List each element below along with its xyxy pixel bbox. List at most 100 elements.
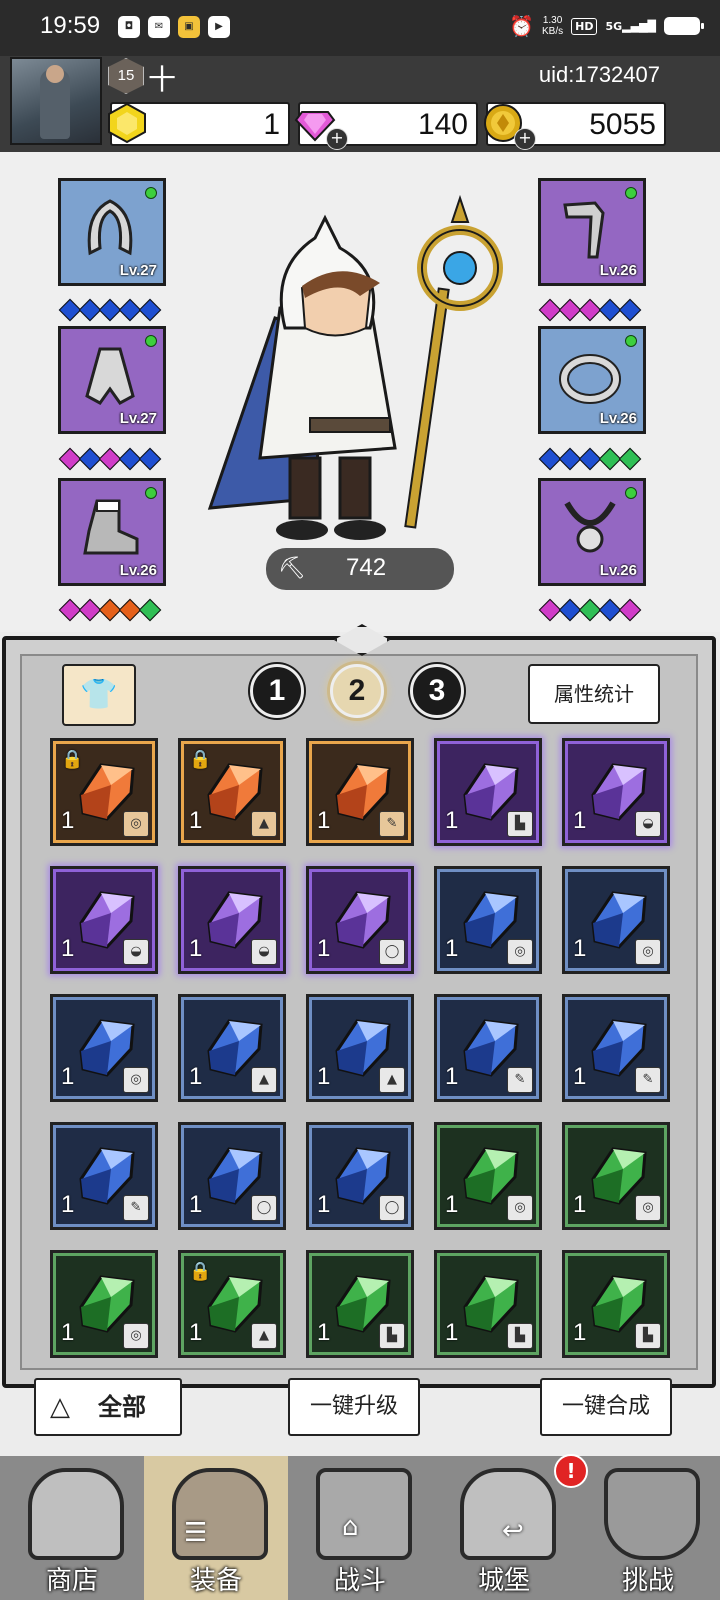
gem-icon: [138, 447, 162, 471]
equip-slot-cloak[interactable]: Lv.27: [58, 326, 166, 434]
inventory-item[interactable]: 1 ▙: [306, 1250, 414, 1358]
equip-level: Lv.27: [119, 262, 157, 279]
inventory-item[interactable]: 1 ◎: [434, 1122, 542, 1230]
equip-level: Lv.26: [599, 262, 637, 279]
equip-slot-hood[interactable]: Lv.27: [58, 178, 166, 286]
battery-icon: [664, 17, 704, 35]
inventory-item[interactable]: 🔒 1 ▲: [178, 1250, 286, 1358]
hood-type-icon: ◒: [635, 811, 661, 837]
nav-equipment[interactable]: 装备: [144, 1456, 288, 1600]
boots-type-icon: ▙: [507, 811, 533, 837]
inventory-item[interactable]: 1 ✎: [50, 1122, 158, 1230]
hero-character: [207, 194, 503, 540]
inventory-item[interactable]: 1 ◎: [50, 994, 158, 1102]
shop-icon: [28, 1468, 124, 1560]
gold-bar-counter[interactable]: 1: [108, 102, 290, 146]
inventory-item[interactable]: 1 ✎: [562, 994, 670, 1102]
inventory-item[interactable]: 1 ◯: [306, 1122, 414, 1230]
inventory-item[interactable]: 1 ▲: [306, 994, 414, 1102]
inventory-item[interactable]: 1 ▙: [434, 738, 542, 846]
home-icon[interactable]: ⌂: [342, 1512, 359, 1542]
item-quantity: 1: [317, 807, 331, 834]
one-click-merge-button[interactable]: 一键合成: [540, 1378, 672, 1436]
nav-challenge[interactable]: 挑战: [576, 1456, 720, 1600]
inventory-grid: 🔒 1 ◎ 🔒 1 ▲ 1 ✎ 1 ▙ 1 ◒ 1 ◒ 1 ◒ 1 ◯ 1 ◎ 1 ◎ 1 ◎ 1 ▲ 1 ▲ 1 ✎ 1 ✎ 1 ✎ 1 ◯ 1 ◯ 1 ◎…: [50, 738, 670, 1358]
castle-icon: [460, 1468, 556, 1560]
equip-ready-dot: [145, 187, 157, 199]
gem-row-necklace: [538, 598, 642, 622]
coin-counter[interactable]: + 5055: [484, 102, 666, 150]
staff-icon: [563, 201, 605, 259]
inventory-item[interactable]: 1 ▙: [562, 1250, 670, 1358]
inventory-item[interactable]: 1 ◯: [306, 866, 414, 974]
gem-icon: [618, 598, 642, 622]
player-avatar[interactable]: [10, 57, 102, 145]
one-click-upgrade-button[interactable]: 一键升级: [288, 1378, 420, 1436]
hood-icon: [87, 199, 133, 256]
gem-icon: [618, 298, 642, 322]
item-quantity: 1: [573, 1063, 587, 1090]
equip-slot-necklace[interactable]: Lv.26: [538, 478, 646, 586]
gem-icon: [138, 598, 162, 622]
page-button-1[interactable]: 1: [250, 664, 304, 718]
page-button-3[interactable]: 3: [410, 664, 464, 718]
inventory-item[interactable]: 1 ◒: [178, 866, 286, 974]
attribute-stats-button[interactable]: 属性统计: [528, 664, 660, 724]
inventory-item[interactable]: 🔒 1 ▲: [178, 738, 286, 846]
equip-slot-boots[interactable]: Lv.26: [58, 478, 166, 586]
boots-type-icon: ▙: [635, 1323, 661, 1349]
combat-power: ⛏ 742: [266, 548, 454, 590]
item-quantity: 1: [189, 807, 203, 834]
gem-row-boots: [58, 598, 162, 622]
gem-row-cloak: [58, 447, 162, 471]
inventory-item[interactable]: 1 ◒: [50, 866, 158, 974]
gem-row-staff: [538, 298, 642, 322]
filter-all-button[interactable]: △ 全部: [34, 1378, 182, 1436]
coin-value: 5055: [589, 108, 656, 141]
inventory-item[interactable]: 1 ◎: [562, 866, 670, 974]
cloak-type-icon: ▲: [251, 811, 277, 837]
item-quantity: 1: [317, 1063, 331, 1090]
net-speed: 1.30 KB/s: [542, 15, 564, 37]
gem-row-ring: [538, 447, 642, 471]
gem-icon: [138, 298, 162, 322]
nav-battle[interactable]: 战斗: [288, 1456, 432, 1600]
item-quantity: 1: [445, 1063, 459, 1090]
inventory-item[interactable]: 1 ◎: [50, 1250, 158, 1358]
add-diamond-icon[interactable]: +: [326, 128, 348, 150]
item-quantity: 1: [445, 1191, 459, 1218]
status-time: 19:59: [40, 12, 101, 39]
hood-type-icon: ◒: [123, 939, 149, 965]
inventory-item[interactable]: 1 ✎: [306, 738, 414, 846]
item-quantity: 1: [573, 807, 587, 834]
back-icon[interactable]: ↩: [502, 1516, 524, 1546]
inventory-item[interactable]: 1 ▙: [434, 1250, 542, 1358]
inventory-item[interactable]: 1 ▲: [178, 994, 286, 1102]
nav-label: 战斗: [333, 1566, 386, 1596]
inventory-item[interactable]: 🔒 1 ◎: [50, 738, 158, 846]
menu-icon[interactable]: ☰: [184, 1518, 207, 1548]
gem-icon: [618, 447, 642, 471]
lock-icon: 🔒: [189, 1261, 212, 1282]
diamond-counter[interactable]: + 140: [294, 102, 478, 150]
item-quantity: 1: [573, 935, 587, 962]
staff-type-icon: ✎: [635, 1067, 661, 1093]
cloak-icon: [85, 347, 135, 405]
gold-bar-value: 1: [263, 108, 280, 141]
inventory-item[interactable]: 1 ◎: [562, 1122, 670, 1230]
inventory-item[interactable]: 1 ✎: [434, 994, 542, 1102]
lock-icon: 🔒: [61, 749, 84, 770]
equipment-filter-tab[interactable]: 👕: [62, 664, 136, 726]
page-button-2[interactable]: 2: [330, 664, 384, 718]
staff-type-icon: ✎: [123, 1195, 149, 1221]
add-coin-icon[interactable]: +: [514, 128, 536, 150]
item-quantity: 1: [61, 1191, 75, 1218]
player-uid: uid:1732407: [538, 62, 660, 87]
nav-shop[interactable]: 商店: [0, 1456, 144, 1600]
equip-slot-staff[interactable]: Lv.26: [538, 178, 646, 286]
inventory-item[interactable]: 1 ◎: [434, 866, 542, 974]
item-quantity: 1: [573, 1319, 587, 1346]
equip-slot-ring[interactable]: Lv.26: [538, 326, 646, 434]
inventory-item[interactable]: 1 ◒: [562, 738, 670, 846]
inventory-item[interactable]: 1 ◯: [178, 1122, 286, 1230]
